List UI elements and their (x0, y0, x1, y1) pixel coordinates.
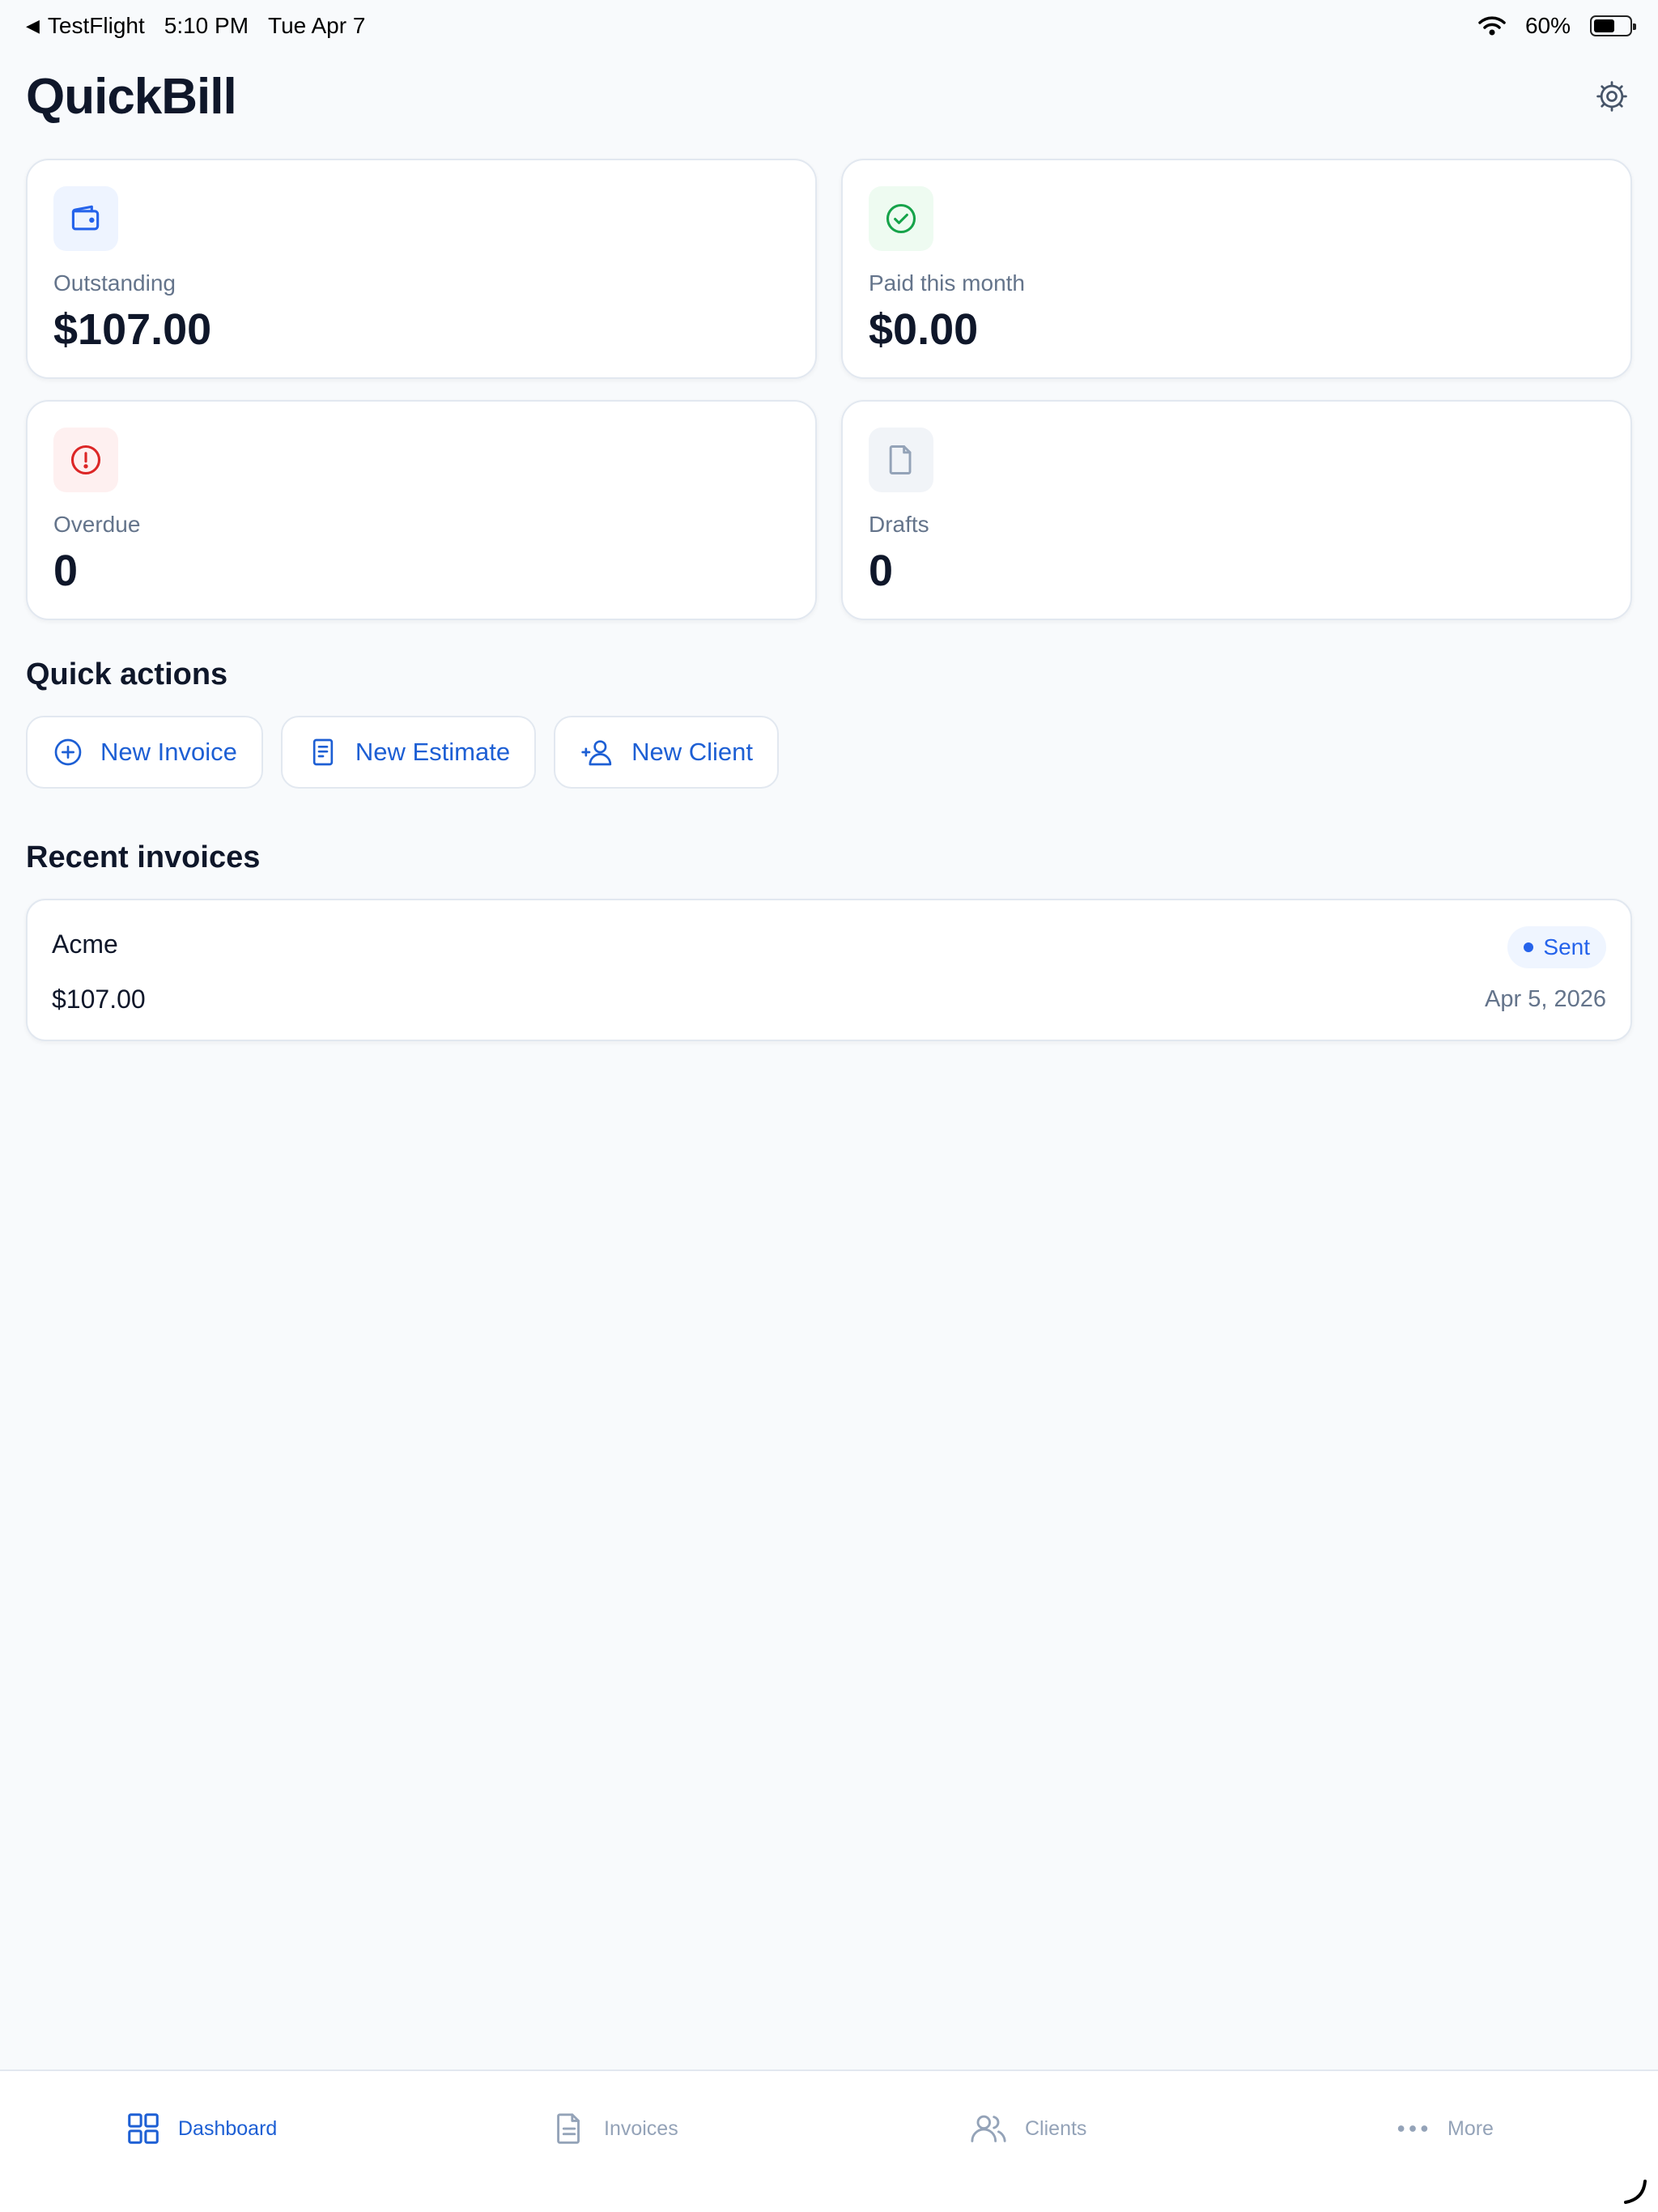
tab-invoices[interactable]: Invoices (551, 2110, 678, 2147)
recent-invoices-title: Recent invoices (26, 840, 261, 874)
invoice-row[interactable]: Acme $107.00 Sent Apr 5, 2026 (26, 899, 1632, 1041)
new-estimate-label: New Estimate (355, 738, 511, 766)
user-plus-icon (581, 740, 612, 766)
stat-value: 0 (53, 547, 79, 595)
tab-clients-label: Clients (1025, 2116, 1087, 2140)
stat-value: $0.00 (869, 305, 979, 354)
file-icon (889, 445, 912, 474)
tab-more[interactable]: More (1394, 2110, 1494, 2147)
stat-icon-wrap (53, 428, 118, 492)
status-date: Tue Apr 7 (268, 13, 366, 38)
quick-actions: New Invoice New Estimate New Client (26, 716, 779, 789)
status-bar: ◀ TestFlight 5:10 PM Tue Apr 7 60% (0, 0, 1658, 52)
new-client-label: New Client (631, 738, 753, 766)
status-right: 60% (1478, 13, 1636, 39)
stat-label: Overdue (53, 512, 141, 537)
quick-actions-title: Quick actions (26, 657, 228, 691)
stat-value: 0 (869, 547, 894, 595)
new-client-button[interactable]: New Client (554, 716, 779, 789)
tab-more-label: More (1448, 2116, 1494, 2140)
stat-card-outstanding[interactable]: Outstanding $107.00 (26, 159, 817, 379)
users-icon (971, 2115, 1006, 2142)
status-left: ◀ TestFlight 5:10 PM Tue Apr 7 (26, 13, 365, 39)
stat-label: Paid this month (869, 270, 1025, 296)
app-screen: ◀ TestFlight 5:10 PM Tue Apr 7 60% Quick… (0, 0, 1658, 2212)
battery-icon (1590, 15, 1636, 36)
tab-clients[interactable]: Clients (968, 2110, 1086, 2147)
invoice-amount: $107.00 (52, 985, 146, 1014)
wifi-icon (1478, 16, 1506, 36)
grid-icon (128, 2113, 159, 2144)
tab-invoices-label: Invoices (604, 2116, 678, 2140)
plus-circle-icon (54, 738, 82, 766)
stat-card-drafts[interactable]: Drafts 0 (841, 400, 1632, 620)
tab-bar: Dashboard Invoices Clients More (0, 2069, 1658, 2212)
status-badge: Sent (1507, 926, 1606, 968)
status-badge-label: Sent (1543, 934, 1590, 959)
check-circle-icon (886, 203, 916, 234)
stats-grid: Outstanding $107.00 Paid this month $0.0… (26, 159, 1632, 620)
back-arrow-icon[interactable]: ◀ (26, 15, 40, 36)
stat-label: Drafts (869, 512, 929, 537)
file-text-icon (557, 2113, 580, 2144)
gear-icon (1596, 81, 1627, 112)
tab-dashboard[interactable]: Dashboard (125, 2110, 277, 2147)
more-dots-icon (1397, 2125, 1428, 2132)
back-app-label[interactable]: TestFlight (48, 13, 145, 39)
status-time: 5:10 PM (164, 13, 249, 38)
stat-label: Outstanding (53, 270, 176, 296)
new-invoice-label: New Invoice (100, 738, 237, 766)
stat-icon-wrap (869, 428, 933, 492)
new-estimate-button[interactable]: New Estimate (280, 716, 537, 789)
battery-fill (1594, 19, 1615, 32)
status-dot-icon (1524, 942, 1534, 952)
stat-value: $107.00 (53, 305, 212, 354)
tab-dashboard-label: Dashboard (178, 2116, 278, 2140)
invoice-date: Apr 5, 2026 (1485, 986, 1606, 1012)
stat-card-paid[interactable]: Paid this month $0.00 (841, 159, 1632, 379)
settings-button[interactable] (1592, 76, 1632, 117)
invoice-client: Acme (52, 929, 118, 959)
wallet-icon (71, 205, 100, 231)
page-title: QuickBill (26, 69, 237, 125)
new-invoice-button[interactable]: New Invoice (26, 716, 263, 789)
stat-card-overdue[interactable]: Overdue 0 (26, 400, 817, 620)
alert-circle-icon (70, 445, 101, 475)
battery-percent: 60% (1524, 13, 1571, 38)
stat-icon-wrap (869, 186, 933, 251)
corner-indicator-icon (1624, 2180, 1647, 2204)
document-icon (312, 738, 334, 766)
stat-icon-wrap (53, 186, 118, 251)
